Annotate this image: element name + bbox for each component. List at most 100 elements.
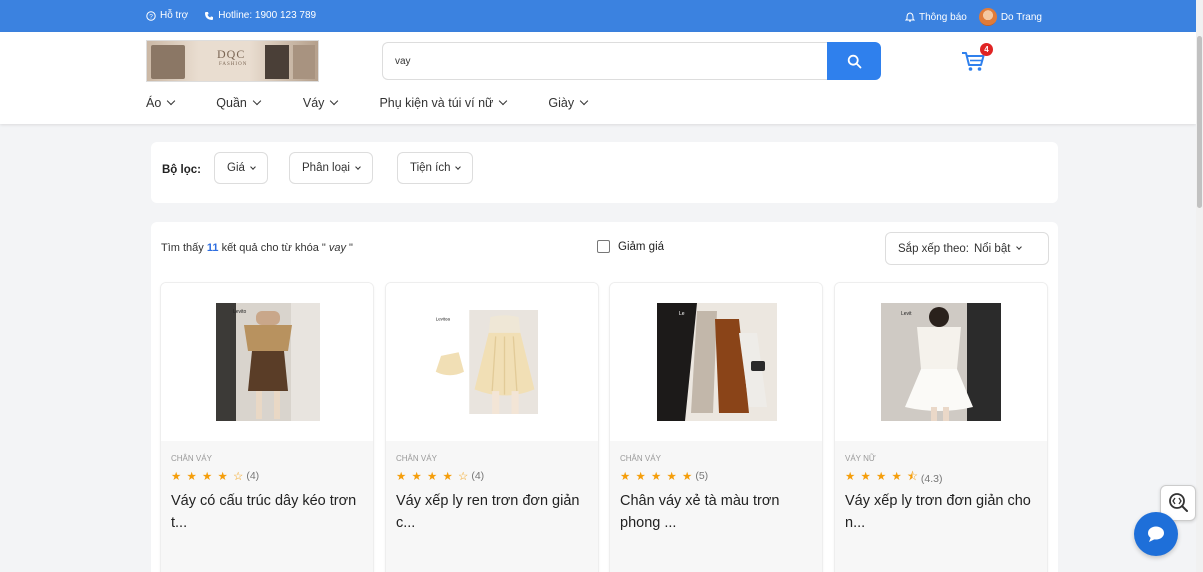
- found-prefix: Tìm thấy: [161, 242, 204, 254]
- product-card[interactable]: Levitoa CHÂN VÁY ★ ★ ★ ★ ☆ (4) Váy xếp ly…: [385, 282, 599, 572]
- notifications-label: Thông báo: [919, 11, 967, 23]
- product-category: CHÂN VÁY: [396, 454, 437, 463]
- cart-button[interactable]: 4: [960, 43, 993, 74]
- chevron-down-icon: [499, 96, 508, 106]
- chevron-down-icon: [355, 163, 361, 170]
- nav-label: Giày: [548, 96, 575, 110]
- hotline-label: Hotline: 1900 123 789: [218, 10, 317, 21]
- product-category: CHÂN VÁY: [620, 454, 661, 463]
- top-bar: ? Hỗ trợ Hotline: 1900 123 789 Thông báo…: [0, 0, 1196, 32]
- logo-subtext: FASHION: [219, 62, 248, 67]
- rating-count: (4.3): [920, 472, 943, 485]
- search-code-icon: [1169, 493, 1188, 512]
- discount-checkbox[interactable]: Giảm giá: [597, 240, 664, 253]
- nav-label: Phụ kiện và túi ví nữ: [379, 96, 494, 110]
- chevron-down-icon: [250, 163, 256, 170]
- sort-dropdown[interactable]: Sắp xếp theo: Nổi bật: [885, 232, 1049, 265]
- rating-stars: ★ ★ ★ ★ ⯪ (4.3): [845, 469, 943, 488]
- bell-icon: [905, 12, 915, 22]
- notifications-link[interactable]: Thông báo: [905, 12, 967, 23]
- nav-label: Áo: [146, 96, 162, 110]
- chevron-down-icon: [455, 163, 462, 170]
- avatar: [978, 8, 997, 26]
- nav-item-giay[interactable]: Giày: [548, 96, 589, 110]
- filter-button-label: Tiện ích: [410, 162, 451, 174]
- user-name: Do Trang: [1000, 11, 1042, 23]
- product-image-area: Levito: [161, 283, 373, 441]
- filter-button-label: Phân loại: [302, 162, 350, 174]
- chat-button[interactable]: [1134, 512, 1178, 556]
- product-image-area: Le: [610, 283, 822, 441]
- svg-text:Levitoa: Levitoa: [436, 317, 451, 322]
- product-name[interactable]: Váy xếp ly trơn đơn giản cho n...: [845, 490, 1039, 534]
- cart-count-badge: 4: [980, 43, 993, 56]
- product-category: VÁY NỮ: [845, 454, 876, 463]
- chevron-down-icon: [1016, 244, 1023, 250]
- product-name[interactable]: Váy xếp ly ren trơn đơn giản c...: [396, 490, 590, 534]
- nav-item-phu-kien[interactable]: Phụ kiện và túi ví nữ: [379, 96, 508, 110]
- hotline-link[interactable]: Hotline: 1900 123 789: [204, 10, 316, 21]
- nav-label: Quần: [216, 96, 247, 110]
- search-button[interactable]: [827, 42, 881, 80]
- svg-text:Levit: Levit: [901, 311, 912, 317]
- filter-label: Bộ lọc:: [162, 164, 201, 176]
- product-image[interactable]: Le: [657, 303, 777, 421]
- chevron-down-icon: [252, 96, 262, 106]
- nav-label: Váy: [302, 96, 325, 110]
- checkbox[interactable]: [597, 240, 610, 253]
- product-info: VÁY NỮ ★ ★ ★ ★ ⯪ (4.3) Váy xếp ly trơn đơ…: [835, 441, 1047, 572]
- rating-count: (4): [246, 470, 260, 482]
- support-label: Hỗ trợ: [160, 10, 189, 21]
- search-keyword: vay: [328, 242, 346, 254]
- found-middle: kết quả cho từ khóa ": [221, 242, 326, 254]
- user-menu[interactable]: Do Trang: [978, 8, 1042, 26]
- logo[interactable]: DQC FASHION: [146, 40, 319, 82]
- product-image-area: Levitoa: [386, 283, 598, 441]
- logo-photo: [293, 45, 315, 79]
- product-image-area: Levit: [835, 283, 1047, 441]
- star-rating-icons: ★ ★ ★ ★ ☆: [396, 471, 470, 483]
- star-rating-icons: ★ ★ ★ ★ ⯪: [845, 471, 919, 483]
- logo-text: DQC: [217, 47, 246, 61]
- nav-item-quan[interactable]: Quần: [216, 96, 262, 110]
- product-info: CHÂN VÁY ★ ★ ★ ★ ★ (5) Chân váy xẻ tà màu…: [610, 441, 822, 572]
- discount-label: Giảm giá: [618, 240, 665, 253]
- rating-stars: ★ ★ ★ ★ ☆ (4): [396, 469, 484, 483]
- sort-value: Nổi bật: [973, 242, 1011, 255]
- chevron-down-icon: [167, 96, 176, 106]
- svg-text:Levito: Levito: [233, 309, 247, 315]
- product-card[interactable]: Le CHÂN VÁY ★ ★ ★ ★ ★ (5) Chân váy xẻ tà …: [609, 282, 823, 572]
- filter-panel: Bộ lọc: Giá Phân loại Tiện ích: [151, 142, 1058, 203]
- search-input[interactable]: [382, 42, 828, 80]
- chat-bubble-icon: [1148, 526, 1164, 542]
- product-image[interactable]: Levit: [881, 303, 1001, 421]
- search-icon: [847, 54, 861, 68]
- chevron-down-icon: [330, 96, 339, 106]
- filter-category-button[interactable]: Phân loại: [289, 152, 373, 184]
- help-circle-icon: ?: [146, 10, 156, 21]
- found-suffix: ": [349, 242, 353, 254]
- support-link[interactable]: ? Hỗ trợ: [146, 10, 188, 21]
- product-name[interactable]: Chân váy xẻ tà màu trơn phong ...: [620, 490, 814, 534]
- product-card[interactable]: Levit VÁY NỮ ★ ★ ★ ★ ⯪ (4.3) Váy xếp ly t…: [834, 282, 1048, 572]
- filter-utility-button[interactable]: Tiện ích: [397, 152, 474, 184]
- rating-stars: ★ ★ ★ ★ ★ (5): [620, 469, 708, 483]
- results-count-text: Tìm thấy 11 kết quả cho từ khóa " vay ": [161, 242, 353, 254]
- phone-icon: [205, 11, 214, 20]
- product-info: CHÂN VÁY ★ ★ ★ ★ ☆ (4) Váy có cấu trúc dâ…: [161, 441, 373, 572]
- nav-item-ao[interactable]: Áo: [146, 96, 176, 110]
- product-image[interactable]: Levito: [216, 303, 320, 421]
- filter-price-button[interactable]: Giá: [214, 152, 268, 184]
- star-rating-icons: ★ ★ ★ ★ ★: [620, 471, 694, 483]
- product-image[interactable]: Levitoa: [434, 303, 538, 421]
- svg-text:?: ?: [149, 13, 153, 20]
- found-count: 11: [206, 242, 219, 254]
- product-name[interactable]: Váy có cấu trúc dây kéo trơn t...: [171, 490, 365, 534]
- logo-photo: [265, 45, 289, 79]
- rating-count: (5): [695, 470, 709, 482]
- nav-item-vay[interactable]: Váy: [302, 96, 339, 110]
- sort-label: Sắp xếp theo:: [898, 242, 969, 255]
- scrollbar-thumb[interactable]: [1197, 36, 1202, 208]
- svg-text:Le: Le: [679, 311, 685, 317]
- product-card[interactable]: Levito CHÂN VÁY ★ ★ ★ ★ ☆ (4) Váy có cấu …: [160, 282, 374, 572]
